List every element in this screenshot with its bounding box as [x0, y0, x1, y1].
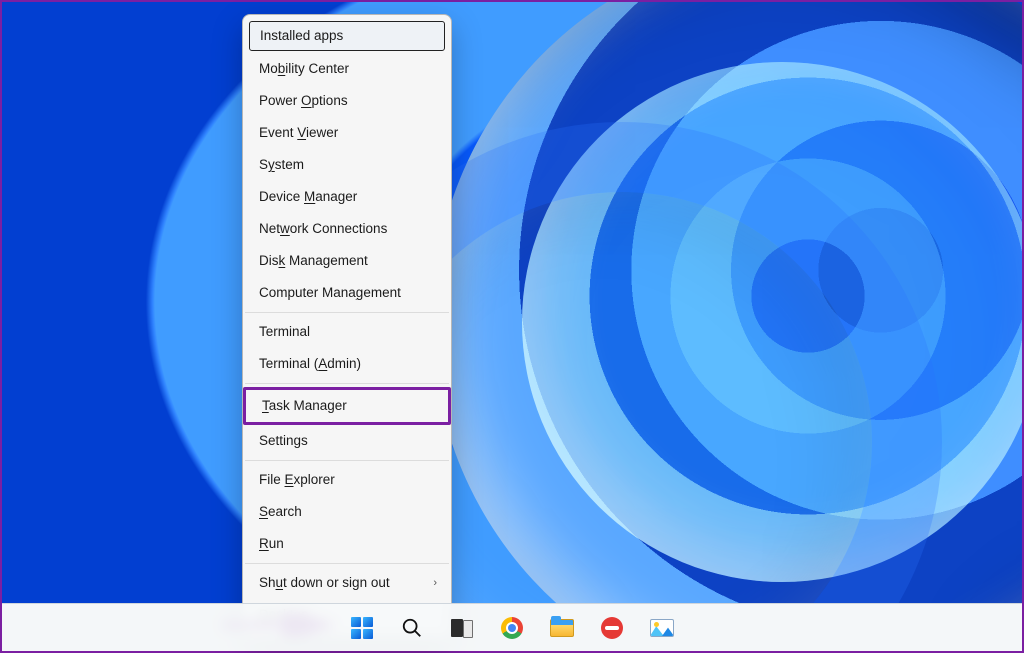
menu-item-settings[interactable]: Settings [243, 425, 451, 457]
power-user-menu: Installed apps Mobility Center Power Optio… [242, 14, 452, 638]
menu-item-label: Search [259, 503, 302, 521]
file-explorer-app[interactable] [542, 608, 582, 648]
menu-item-label: Settings [259, 432, 308, 450]
menu-item-file-explorer[interactable]: File Explorer [243, 464, 451, 496]
menu-item-label: Power Options [259, 92, 348, 110]
menu-item-mobility-center[interactable]: Mobility Center [243, 53, 451, 85]
menu-item-terminal-admin[interactable]: Terminal (Admin) [243, 348, 451, 380]
menu-item-label: Run [259, 535, 284, 553]
menu-item-label: Network Connections [259, 220, 387, 238]
taskbar [2, 603, 1022, 651]
gallery-app[interactable] [642, 608, 682, 648]
chrome-app[interactable] [492, 608, 532, 648]
menu-item-label: Installed apps [260, 27, 343, 45]
start-button[interactable] [342, 608, 382, 648]
menu-item-device-manager[interactable]: Device Manager [243, 181, 451, 213]
task-view-icon [451, 619, 473, 637]
file-explorer-icon [550, 619, 574, 637]
menu-separator [245, 563, 449, 564]
menu-item-label: Computer Management [259, 284, 401, 302]
windows-start-icon [351, 617, 373, 639]
desktop-wallpaper [2, 2, 1022, 603]
menu-item-event-viewer[interactable]: Event Viewer [243, 117, 451, 149]
menu-item-run[interactable]: Run [243, 528, 451, 560]
menu-item-computer-management[interactable]: Computer Management [243, 277, 451, 309]
task-view-button[interactable] [442, 608, 482, 648]
menu-item-terminal[interactable]: Terminal [243, 316, 451, 348]
menu-item-label: File Explorer [259, 471, 335, 489]
menu-item-search[interactable]: Search [243, 496, 451, 528]
menu-item-label: Disk Management [259, 252, 368, 270]
menu-item-label: System [259, 156, 304, 174]
menu-separator [245, 460, 449, 461]
menu-item-label: Terminal [259, 323, 310, 341]
menu-item-label: Task Manager [262, 397, 347, 415]
search-icon [401, 617, 423, 639]
menu-item-task-manager[interactable]: Task Manager [243, 387, 451, 425]
chrome-icon [501, 617, 523, 639]
menu-item-shut-down[interactable]: Shut down or sign out › [243, 567, 451, 599]
menu-item-system[interactable]: System [243, 149, 451, 181]
menu-item-disk-management[interactable]: Disk Management [243, 245, 451, 277]
menu-separator [245, 383, 449, 384]
menu-item-label: Mobility Center [259, 60, 349, 78]
gallery-icon [650, 619, 674, 637]
menu-separator [245, 312, 449, 313]
red-disc-icon [601, 617, 623, 639]
pinned-app[interactable] [592, 608, 632, 648]
menu-item-installed-apps[interactable]: Installed apps [249, 21, 445, 51]
menu-item-power-options[interactable]: Power Options [243, 85, 451, 117]
menu-item-label: Device Manager [259, 188, 357, 206]
chevron-right-icon: › [433, 574, 437, 592]
menu-item-label: Shut down or sign out [259, 574, 390, 592]
menu-item-label: Terminal (Admin) [259, 355, 361, 373]
menu-item-network-connections[interactable]: Network Connections [243, 213, 451, 245]
menu-item-label: Event Viewer [259, 124, 338, 142]
search-button[interactable] [392, 608, 432, 648]
